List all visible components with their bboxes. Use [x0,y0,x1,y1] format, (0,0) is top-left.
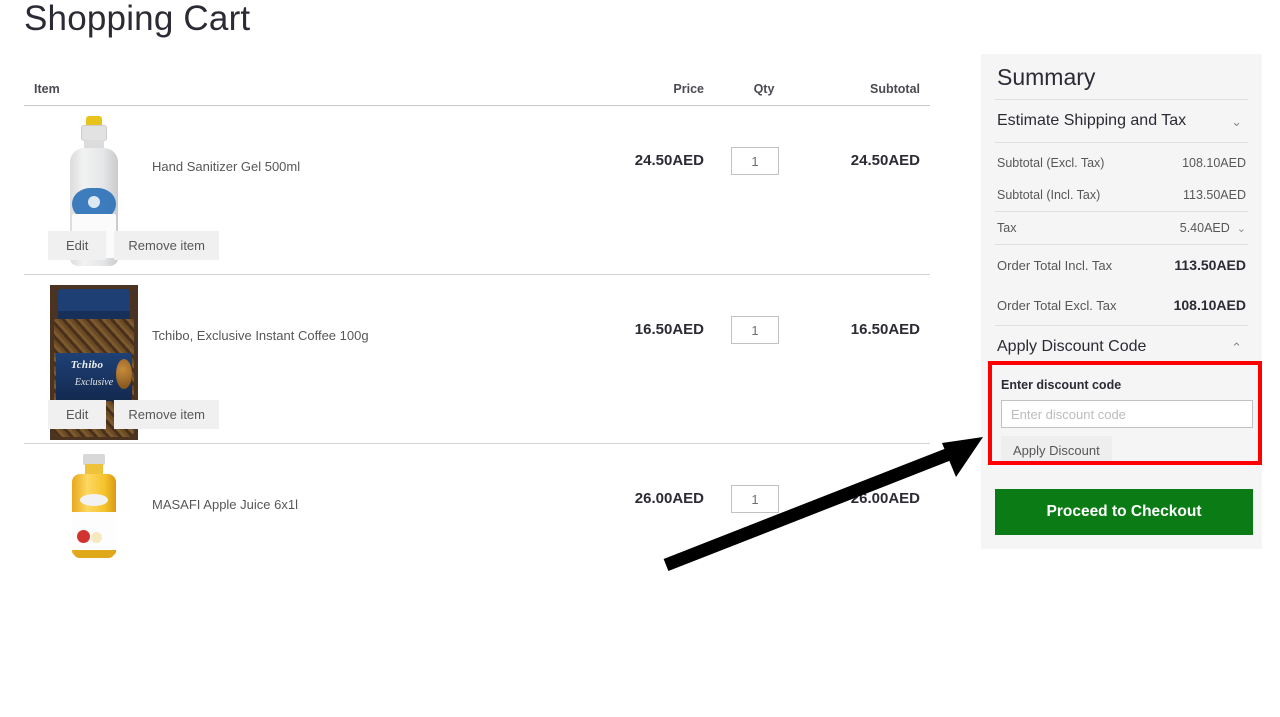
edit-item-button[interactable]: Edit [48,400,107,429]
summary-line-value: 113.50AED [1174,257,1246,273]
summary-line-subtotal-excl-tax: Subtotal (Excl. Tax) 108.10AED [995,147,1248,179]
qty-input[interactable] [731,316,779,344]
remove-item-button[interactable]: Remove item [114,231,219,260]
chevron-down-icon[interactable]: ⌄ [1237,222,1246,235]
product-image-masafi-apple-juice[interactable] [48,454,140,609]
table-row: Tchibo Exclusive Tchibo, Exclusive Insta… [24,275,930,444]
coffee-brand-text: Tchibo [70,359,104,371]
item-subtotal: 16.50AED [850,321,920,338]
summary-line-label: Subtotal (Excl. Tax) [997,156,1105,170]
row-actions: Edit Remove item [48,231,219,260]
product-name-link[interactable]: MASAFI Apple Juice 6x1l [152,496,298,514]
cart-item-row-3: MASAFI Apple Juice 6x1l 26.00AED 26.00AE… [24,444,930,558]
product-name-link[interactable]: Tchibo, Exclusive Instant Coffee 100g [152,327,369,345]
remove-item-button[interactable]: Remove item [114,400,219,429]
apply-discount-button[interactable]: Apply Discount [1001,436,1112,465]
order-summary-panel: Summary Estimate Shipping and Tax ⌄ Subt… [981,54,1262,549]
summary-line-label: Order Total Excl. Tax [997,297,1117,313]
estimate-shipping-and-tax-toggle[interactable]: Estimate Shipping and Tax ⌄ [995,100,1248,143]
column-header-subtotal: Subtotal [870,82,920,96]
chevron-down-icon: ⌄ [1231,114,1242,129]
summary-line-tax[interactable]: Tax 5.40AED ⌄ [995,212,1248,245]
estimate-shipping-label: Estimate Shipping and Tax [997,112,1187,129]
summary-line-order-total-incl-tax: Order Total Incl. Tax 113.50AED [995,245,1248,285]
cart-table: Item Price Qty Subtotal Hand Sanitizer G… [24,78,930,558]
cart-table-header: Item Price Qty Subtotal [24,78,930,106]
column-header-item: Item [34,82,60,96]
summary-line-order-total-excl-tax: Order Total Excl. Tax 108.10AED [995,285,1248,325]
column-header-qty: Qty [753,82,775,96]
row-actions: Edit Remove item [48,400,219,429]
product-name-link[interactable]: Hand Sanitizer Gel 500ml [152,158,300,176]
summary-line-subtotal-incl-tax: Subtotal (Incl. Tax) 113.50AED [995,179,1248,212]
summary-line-label: Order Total Incl. Tax [997,257,1113,273]
discount-code-section: Enter discount code Apply Discount [995,368,1253,471]
edit-item-button[interactable]: Edit [48,231,107,260]
item-price: 16.50AED [634,321,704,338]
proceed-to-checkout-button[interactable]: Proceed to Checkout [995,489,1253,535]
qty-input[interactable] [731,147,779,175]
page-title: Shopping Cart [24,0,251,38]
cart-item-row-2: Tchibo Exclusive Tchibo, Exclusive Insta… [24,275,930,443]
discount-code-input[interactable] [1001,400,1253,428]
item-subtotal: 26.00AED [850,490,920,507]
item-subtotal: 24.50AED [850,152,920,169]
item-price: 26.00AED [634,490,704,507]
summary-line-label: Subtotal (Incl. Tax) [997,188,1101,202]
apply-discount-code-label: Apply Discount Code [997,338,1147,355]
summary-line-value: 108.10AED [1173,297,1246,313]
chevron-up-icon: ⌃ [1231,340,1242,355]
table-row: MASAFI Apple Juice 6x1l 26.00AED 26.00AE… [24,444,930,558]
summary-line-value: 5.40AED [1179,221,1230,235]
item-price: 24.50AED [634,152,704,169]
summary-line-value: 108.10AED [1182,156,1246,170]
summary-line-label: Tax [997,221,1017,235]
qty-input[interactable] [731,485,779,513]
summary-title: Summary [995,54,1248,100]
summary-line-value: 113.50AED [1182,188,1246,202]
apply-discount-code-toggle[interactable]: Apply Discount Code ⌃ [995,325,1248,368]
discount-code-field-label: Enter discount code [1001,378,1122,392]
tax-value-wrap: 5.40AED ⌄ [1180,221,1246,235]
table-row: Hand Sanitizer Gel 500ml 24.50AED 24.50A… [24,106,930,275]
totals-list: Subtotal (Excl. Tax) 108.10AED Subtotal … [995,143,1248,325]
column-header-price: Price [673,82,704,96]
cart-item-row-1: Hand Sanitizer Gel 500ml 24.50AED 24.50A… [24,106,930,274]
